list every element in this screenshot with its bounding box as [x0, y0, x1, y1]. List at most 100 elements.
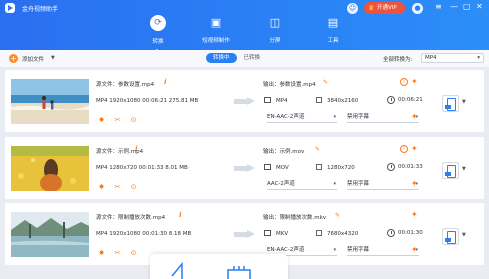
file-icon: [264, 164, 271, 170]
tab-label: 短视频制作: [202, 38, 230, 44]
edit-icon[interactable]: ✎: [335, 212, 340, 219]
popup-illustration: [171, 261, 251, 279]
info-icon[interactable]: i: [164, 78, 166, 86]
tab-label: 分屏: [269, 38, 281, 44]
edit-actions: ✸ ✂ ⊙: [97, 116, 138, 125]
output-file-name: 输出：限制播放次数.mkv: [263, 215, 327, 221]
tab-label: 转换: [152, 39, 164, 45]
app-header: 金舟视频助手 ☺ 开通VIP ● ≡ — ▢ ✕ ⟳ 转换 ▣ 短视频制作 ◫ …: [0, 0, 489, 54]
minimize-button[interactable]: —: [450, 2, 458, 12]
video-thumbnail[interactable]: [11, 212, 89, 257]
source-file-meta: MP4 1280x720 00:01:33 8.01 MB: [96, 165, 188, 171]
maximize-button[interactable]: ▢: [463, 2, 471, 12]
close-button[interactable]: ✕: [476, 2, 483, 12]
device-icon[interactable]: [442, 228, 459, 245]
clock-icon: [387, 163, 395, 171]
chevron-down-icon[interactable]: ▼: [462, 232, 466, 238]
app-title: 金舟视频助手: [22, 6, 59, 13]
chevron-down-icon[interactable]: ▼: [51, 55, 55, 61]
resolution-icon: [316, 164, 322, 170]
cut-icon[interactable]: ✂: [113, 116, 122, 125]
chevron-down-icon[interactable]: ▼: [462, 166, 466, 172]
source-file-name: 源文件：限制播放次数.mp4: [96, 215, 166, 221]
output-resolution-value: 1280x720: [327, 165, 355, 171]
output-resolution-value: 3840x2160: [327, 98, 359, 104]
subtitle-select[interactable]: 禁用字幕: [347, 246, 419, 256]
tab-converting[interactable]: 转换中: [206, 53, 237, 63]
subtitle-select[interactable]: 禁用字幕: [347, 113, 419, 123]
file-icon: [264, 97, 271, 103]
arrow-right-icon: [234, 230, 256, 239]
output-file-name: 输出：参数设置.mp4: [263, 82, 316, 88]
output-resolution: 3840x2160: [316, 97, 358, 104]
user-avatar-icon[interactable]: ●: [412, 3, 423, 14]
tab-tools[interactable]: ▤ 工具: [309, 16, 357, 44]
bottom-popup: [150, 254, 288, 279]
settings-icon[interactable]: ✦: [411, 245, 418, 254]
output-format-value: MP4: [276, 98, 288, 104]
info-circle-icon[interactable]: i: [400, 78, 408, 86]
output-format-value: MKV: [276, 231, 289, 237]
video-thumbnail[interactable]: [11, 146, 89, 191]
clock-icon: [387, 96, 395, 104]
add-file-button[interactable]: 添加文件: [22, 55, 44, 63]
source-file-meta: MP4 1920x1080 00:06:21 275.81 MB: [96, 98, 199, 104]
subtitle-icon[interactable]: ⊙: [129, 116, 138, 125]
tab-converted[interactable]: 已转换: [237, 53, 268, 63]
output-format-select[interactable]: MP4: [421, 53, 484, 63]
arrow-right-icon: [234, 164, 256, 173]
convert-icon: ⟳: [150, 15, 166, 31]
video-thumbnail[interactable]: [11, 79, 89, 124]
output-resolution-value: 7680x4320: [327, 231, 359, 237]
tab-short-video[interactable]: ▣ 短视频制作: [192, 16, 240, 44]
app-logo-icon: [5, 3, 15, 13]
tab-split-screen[interactable]: ◫ 分屏: [251, 16, 299, 44]
audio-track-select[interactable]: AAC-2声道: [267, 180, 337, 190]
vip-button[interactable]: 开通VIP: [364, 2, 405, 14]
effect-icon[interactable]: ✸: [97, 249, 106, 258]
file-icon: [264, 230, 271, 236]
source-file-meta: MP4 1920x1080 00:01:30 8.18 MB: [96, 231, 192, 237]
info-icon[interactable]: i: [179, 211, 181, 219]
settings-icon[interactable]: ✦: [411, 179, 418, 188]
device-icon[interactable]: [442, 95, 459, 112]
settings-icon[interactable]: ✦: [411, 112, 418, 121]
settings-icon[interactable]: ✦: [411, 210, 418, 219]
subtitle-icon[interactable]: ⊙: [129, 183, 138, 192]
subtitle-select[interactable]: 禁用字幕: [347, 180, 419, 190]
edit-icon[interactable]: ✎: [315, 146, 320, 153]
output-duration: 00:06:21: [398, 97, 423, 103]
cut-icon[interactable]: ✂: [113, 183, 122, 192]
edit-actions: ✸ ✂ ⊙: [97, 249, 138, 258]
menu-icon[interactable]: ≡: [435, 2, 442, 12]
resolution-icon: [316, 97, 322, 103]
tab-label: 工具: [327, 38, 339, 44]
customer-service-icon[interactable]: ☺: [347, 3, 358, 14]
info-circle-icon[interactable]: i: [400, 145, 408, 153]
audio-track-select[interactable]: EN-AAC-2声道: [267, 113, 337, 123]
settings-icon[interactable]: ✦: [411, 144, 418, 153]
source-file-name: 源文件：参数设置.mp4: [96, 82, 155, 88]
chevron-down-icon[interactable]: ▼: [462, 99, 466, 105]
effect-icon[interactable]: ✸: [97, 116, 106, 125]
short-video-icon: ▣: [210, 16, 222, 29]
output-duration: 00:01:33: [398, 164, 423, 170]
device-icon[interactable]: [442, 162, 459, 179]
toolbar: + 添加文件 ▼ 转换中 已转换 全部转换为: MP4: [0, 50, 489, 67]
clock-icon: [387, 229, 395, 237]
output-format-label: 全部转换为:: [383, 57, 413, 63]
effect-icon[interactable]: ✸: [97, 183, 106, 192]
output-duration: 00:01:30: [398, 230, 423, 236]
add-file-icon[interactable]: +: [9, 54, 18, 63]
settings-icon[interactable]: ✦: [411, 77, 418, 86]
info-icon[interactable]: i: [135, 145, 137, 153]
edit-icon[interactable]: ✎: [323, 79, 328, 86]
status-tabs: 转换中 已转换: [206, 53, 267, 63]
subtitle-icon[interactable]: ⊙: [129, 249, 138, 258]
resolution-icon: [316, 230, 322, 236]
output-format: MOV: [264, 164, 289, 171]
tab-convert[interactable]: ⟳ 转换: [134, 15, 182, 54]
split-screen-icon: ◫: [269, 16, 281, 29]
list-item: 源文件：参数设置.mp4 i MP4 1920x1080 00:06:21 27…: [5, 70, 484, 132]
cut-icon[interactable]: ✂: [113, 249, 122, 258]
